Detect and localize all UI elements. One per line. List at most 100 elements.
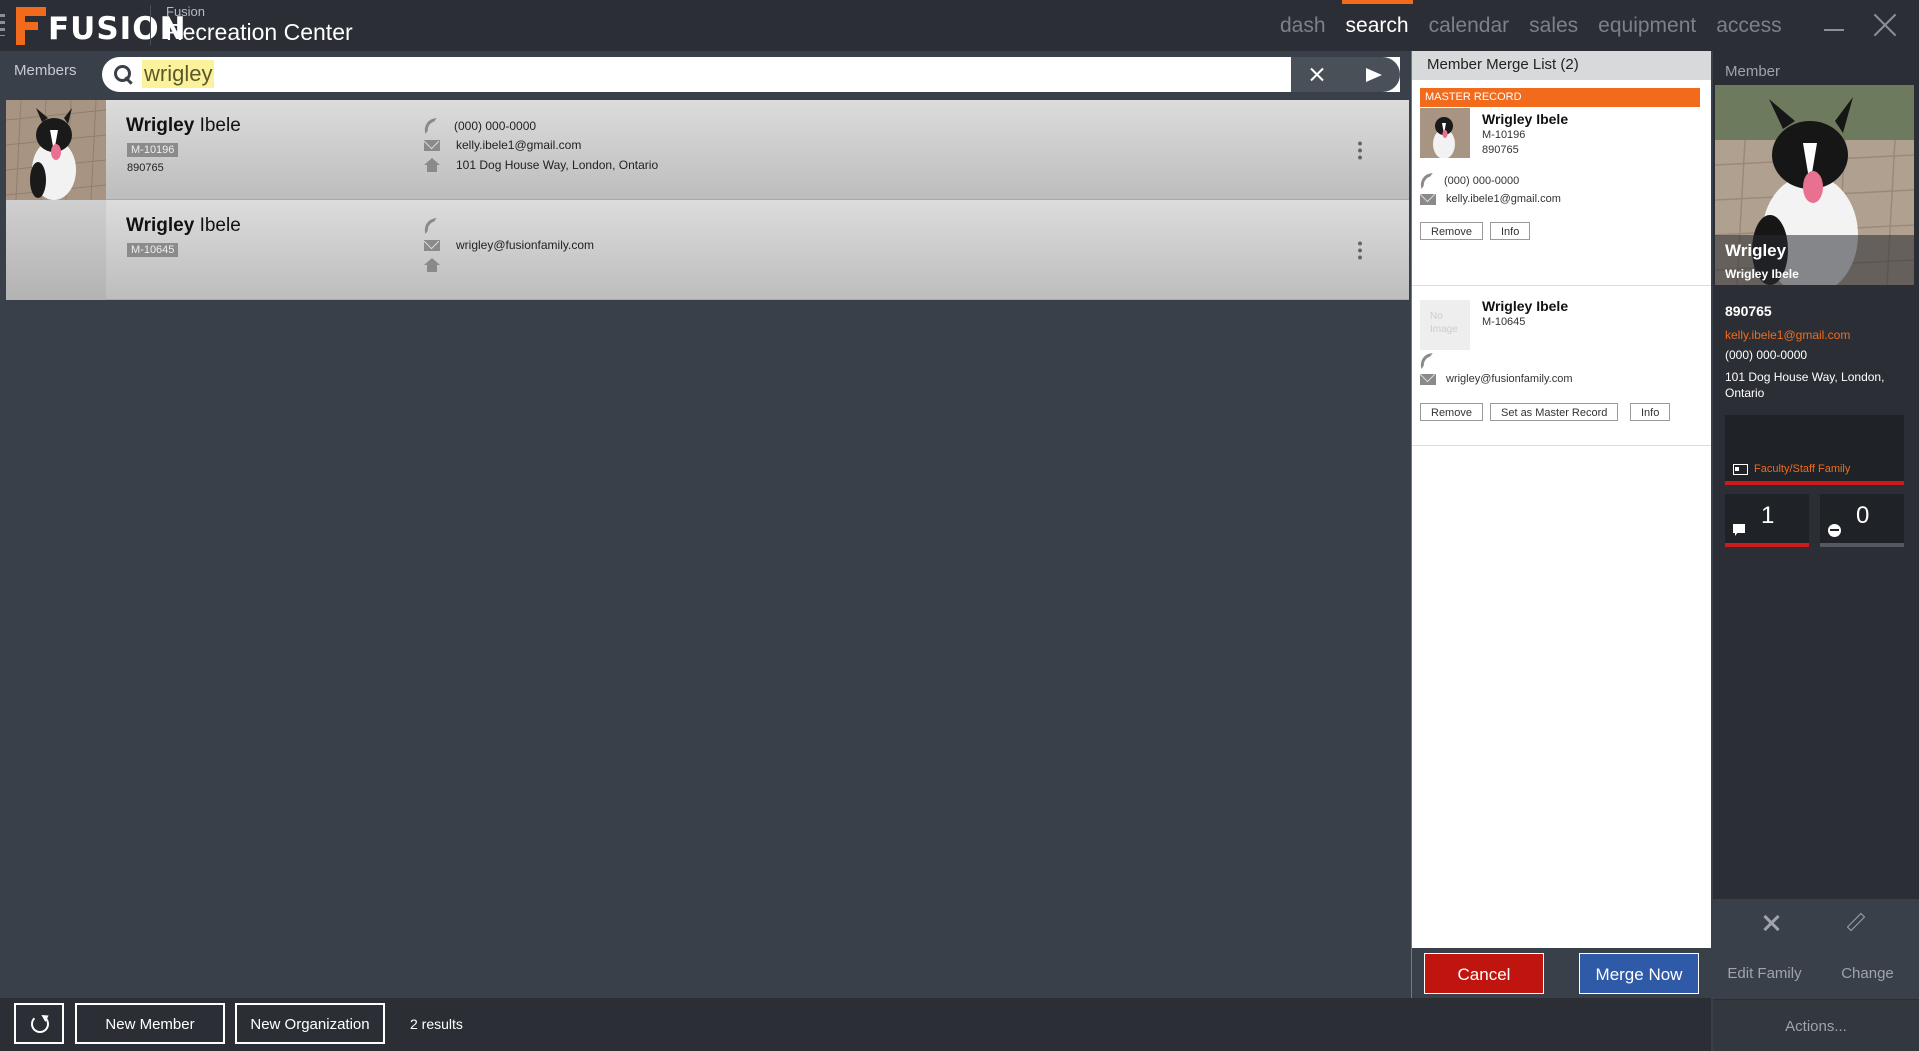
phone-line: [422, 217, 454, 235]
nav-dash[interactable]: dash: [1270, 0, 1336, 51]
member-name[interactable]: Wrigley Ibele: [126, 215, 241, 237]
nav-sales[interactable]: sales: [1519, 0, 1588, 51]
merge-email-line: wrigley@fusionfamily.com: [1420, 373, 1573, 385]
nav-access[interactable]: access: [1706, 0, 1791, 51]
phone-icon: [422, 117, 440, 135]
activities-tile[interactable]: 0: [1820, 494, 1904, 547]
address-line: [424, 258, 456, 272]
search-input[interactable]: wrigley: [102, 57, 1400, 92]
merge-record-name: Wrigley Ibele: [1482, 111, 1569, 127]
cancel-button[interactable]: Cancel: [1424, 953, 1544, 994]
set-master-record-button[interactable]: Set as Master Record: [1490, 403, 1619, 421]
merge-record-name: Wrigley Ibele: [1482, 298, 1569, 314]
remove-icon[interactable]: [1761, 913, 1781, 933]
run-search-button[interactable]: [1344, 57, 1400, 92]
app-subtitle: Fusion: [166, 4, 206, 19]
chat-icon: [1733, 524, 1745, 536]
member-photo: [1420, 108, 1470, 158]
more-options-icon[interactable]: [1358, 240, 1362, 260]
more-options-icon[interactable]: [1358, 140, 1362, 160]
info-button[interactable]: Info: [1490, 222, 1531, 240]
member-email[interactable]: kelly.ibele1@gmail.com: [1725, 328, 1850, 342]
membership-card[interactable]: Faculty/Staff Family: [1725, 415, 1904, 485]
membership-type: Faculty/Staff Family: [1733, 463, 1850, 475]
master-record-tag: MASTER RECORD: [1420, 88, 1700, 107]
remove-button[interactable]: Remove: [1420, 222, 1483, 240]
nav-calendar[interactable]: calendar: [1419, 0, 1520, 51]
phone-line: (000) 000-0000: [422, 117, 536, 135]
member-panel: Member Wrigley Wrigley Ibele 890765 kell…: [1713, 51, 1919, 1051]
merge-phone-line: (000) 000-0000: [1418, 172, 1519, 190]
messages-count: 1: [1761, 502, 1775, 529]
merge-panel-title: Member Merge List (2): [1412, 51, 1711, 80]
result-row[interactable]: Wrigley Ibele M-10645 wrigley@fusionfami…: [6, 200, 1409, 300]
no-image-placeholder: No Image: [1420, 300, 1470, 350]
email-line: wrigley@fusionfamily.com: [424, 238, 594, 252]
close-window-icon[interactable]: [1872, 12, 1898, 38]
email-line: kelly.ibele1@gmail.com: [424, 138, 581, 152]
home-icon: [424, 258, 440, 272]
nav-equipment[interactable]: equipment: [1588, 0, 1706, 51]
main-nav: dash search calendar sales equipment acc…: [1270, 0, 1792, 51]
minimize-icon[interactable]: [1824, 29, 1844, 31]
window-grip-icon[interactable]: [0, 14, 5, 36]
change-button[interactable]: Change: [1816, 949, 1919, 999]
search-icon: [114, 65, 134, 85]
info-button[interactable]: Info: [1630, 403, 1671, 421]
mail-icon: [1420, 193, 1436, 205]
app-title: Recreation Center: [166, 19, 353, 45]
merge-phone-line: [1418, 352, 1444, 370]
merge-footer: Cancel Merge Now: [1412, 948, 1712, 998]
member-phone: (000) 000-0000: [1725, 348, 1808, 362]
member-name[interactable]: Wrigley Ibele: [126, 115, 241, 137]
pencil-icon[interactable]: [1846, 912, 1866, 932]
new-member-button[interactable]: New Member: [75, 1003, 225, 1044]
mail-icon: [424, 139, 440, 151]
messages-tile[interactable]: 1: [1725, 494, 1809, 547]
merge-record-id: M-10645: [1482, 316, 1526, 328]
member-id-badge: M-10645: [127, 243, 179, 257]
merge-record-id: M-10196: [1482, 129, 1526, 141]
activities-count: 0: [1856, 502, 1870, 529]
actions-button[interactable]: Actions...: [1713, 999, 1919, 1051]
home-icon: [424, 158, 440, 172]
top-bar: FUSION Fusion Recreation Center dash sea…: [0, 0, 1919, 51]
mail-icon: [424, 239, 440, 251]
mail-icon: [1420, 373, 1436, 385]
fusion-logo: FUSION: [16, 6, 187, 47]
merge-record: No Image Wrigley Ibele M-10645 wrigley@f…: [1412, 286, 1711, 446]
member-first-name: Wrigley: [1725, 241, 1787, 260]
merge-record-master: MASTER RECORD Wrigley Ibele M-10196 8907…: [1412, 80, 1711, 286]
new-organization-button[interactable]: New Organization: [235, 1003, 385, 1044]
member-photo-placeholder: [6, 200, 106, 300]
bottom-bar: New Member New Organization 2 results: [0, 998, 1711, 1051]
edit-family-button[interactable]: Edit Family: [1713, 949, 1816, 999]
member-number: 890765: [127, 162, 164, 174]
member-id-badge: M-10196: [127, 143, 179, 157]
member-panel-label: Member: [1725, 63, 1781, 80]
refresh-icon[interactable]: [14, 1003, 64, 1044]
merge-now-button[interactable]: Merge Now: [1579, 953, 1699, 994]
member-address: 101 Dog House Way, London, Ontario: [1725, 370, 1885, 400]
member-number: 890765: [1725, 303, 1772, 319]
merge-panel: Member Merge List (2) MASTER RECORD Wrig…: [1411, 51, 1712, 998]
results-list: Wrigley Ibele M-10196 890765 (000) 000-0…: [6, 100, 1409, 300]
search-query[interactable]: wrigley: [142, 60, 215, 88]
member-full-name: Wrigley Ibele: [1725, 267, 1799, 281]
member-photo: [6, 100, 106, 200]
result-row[interactable]: Wrigley Ibele M-10196 890765 (000) 000-0…: [6, 100, 1409, 200]
merge-record-number: 890765: [1482, 144, 1519, 156]
member-icon-actions: [1713, 899, 1919, 949]
results-count: 2 results: [410, 1016, 463, 1032]
clear-search-button[interactable]: [1291, 57, 1344, 92]
sports-ball-icon: [1828, 524, 1841, 537]
nav-search[interactable]: search: [1336, 0, 1419, 51]
phone-icon: [422, 217, 440, 235]
merge-email-line: kelly.ibele1@gmail.com: [1420, 193, 1561, 205]
search-scope-label[interactable]: Members: [14, 62, 77, 79]
remove-button[interactable]: Remove: [1420, 403, 1483, 421]
brand-divider: [150, 5, 151, 45]
logo-mark: [16, 7, 46, 45]
address-line: 101 Dog House Way, London, Ontario: [424, 158, 658, 172]
id-card-icon: [1733, 463, 1748, 475]
